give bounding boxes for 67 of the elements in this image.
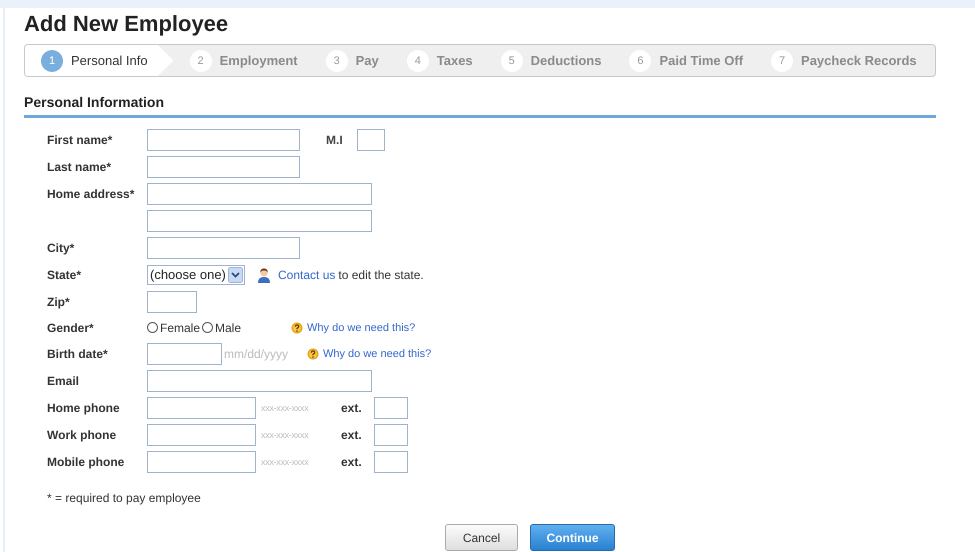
help-link[interactable]: Why do we need this? <box>307 322 416 334</box>
help-link[interactable]: Why do we need this? <box>323 348 432 360</box>
radio-label: Male <box>215 320 242 334</box>
format-hint: xxx-xxx-xxxx <box>260 430 310 440</box>
cancel-button[interactable]: Cancel <box>445 524 518 551</box>
help-icon <box>291 322 304 334</box>
step-number: 5 <box>500 50 523 72</box>
field-label: City* <box>47 240 74 254</box>
field-label: ext. <box>341 454 363 468</box>
section-title: Personal Information <box>24 93 166 111</box>
step-number: 1 <box>41 50 63 72</box>
person-icon <box>256 266 272 282</box>
field-label: Home address* <box>47 186 134 200</box>
format-hint: mm/dd/yyyy <box>223 346 290 360</box>
input-field[interactable] <box>147 370 372 392</box>
input-field[interactable] <box>147 182 372 204</box>
step-tab[interactable]: 5 Deductions <box>484 45 614 76</box>
step-tab[interactable]: 6 Paid Time Off <box>613 45 756 76</box>
input-field[interactable] <box>147 342 222 364</box>
caret-icon <box>228 266 243 282</box>
radio-label: Female <box>160 320 200 334</box>
step-tab[interactable]: 3 Pay <box>310 45 391 76</box>
state-dropdown[interactable]: (choose one) <box>147 264 245 284</box>
input-field[interactable] <box>147 396 256 418</box>
format-hint: xxx-xxx-xxxx <box>260 402 310 412</box>
page-title: Add New Employee <box>23 10 230 38</box>
continue-button[interactable]: Continue <box>530 524 615 551</box>
field-label: Last name* <box>47 160 112 174</box>
input-field[interactable] <box>147 128 300 150</box>
input-field[interactable] <box>147 210 372 232</box>
input-field[interactable] <box>147 450 256 472</box>
radio-button[interactable] <box>147 322 158 333</box>
input-field[interactable] <box>147 290 197 312</box>
step-tab[interactable]: 4 Taxes <box>390 45 485 76</box>
format-hint: xxx-xxx-xxxx <box>260 456 310 466</box>
help-icon <box>307 348 319 360</box>
step-tab[interactable]: 1 Personal Info <box>25 45 174 76</box>
input-field[interactable] <box>374 450 408 472</box>
step-number: 7 <box>771 50 794 72</box>
radio-button[interactable] <box>202 322 214 333</box>
input-field[interactable] <box>147 156 300 178</box>
field-label: State* <box>47 268 82 282</box>
field-label: Home phone <box>47 400 120 414</box>
field-label: Birth date* <box>47 346 108 360</box>
field-label: ext. <box>341 400 363 414</box>
field-label: Email <box>47 374 80 388</box>
step-tab[interactable]: 2 Employment <box>174 45 310 76</box>
field-note: to edit the state. <box>338 268 424 282</box>
step-number: 6 <box>629 50 652 72</box>
step-number: 3 <box>326 50 348 72</box>
step-number: 2 <box>190 50 212 72</box>
input-field[interactable] <box>147 424 256 446</box>
input-field[interactable] <box>374 424 408 446</box>
footnote: * = required to pay employee <box>47 491 202 505</box>
input-field[interactable] <box>356 128 385 150</box>
field-label: M.I <box>326 132 343 146</box>
field-label: First name* <box>47 132 112 146</box>
field-label: ext. <box>341 428 363 442</box>
input-field[interactable] <box>374 396 408 418</box>
contact-link[interactable]: Contact us <box>278 268 336 282</box>
field-label: Work phone <box>47 428 116 442</box>
field-label: Gender* <box>47 320 94 334</box>
step-number: 4 <box>406 50 429 72</box>
input-field[interactable] <box>147 236 300 258</box>
field-label: Mobile phone <box>47 454 124 468</box>
field-label: Zip* <box>47 294 70 308</box>
step-tab[interactable]: 7 Paycheck Records <box>755 45 929 76</box>
